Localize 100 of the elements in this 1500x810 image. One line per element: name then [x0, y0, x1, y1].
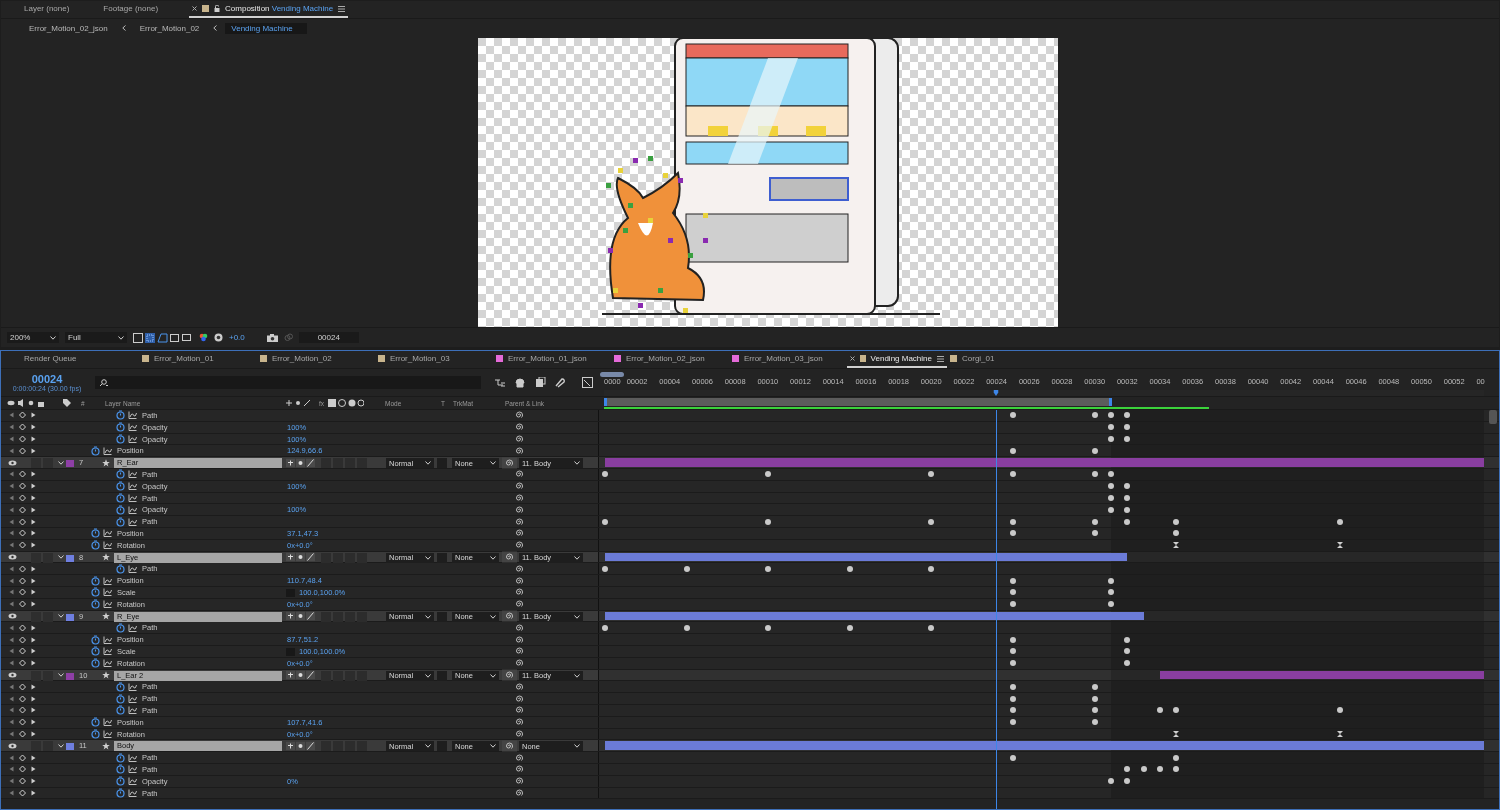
breadcrumb[interactable]: Error_Motion_02_json [23, 22, 114, 34]
label-color-swatch[interactable] [66, 672, 74, 680]
menu-icon[interactable] [937, 355, 944, 362]
close-icon[interactable] [192, 6, 198, 11]
pick-whip-button[interactable] [502, 669, 517, 681]
stopwatch-icon[interactable] [116, 787, 125, 798]
stopwatch-icon[interactable] [91, 646, 100, 657]
layer-switches-icon[interactable] [286, 552, 316, 562]
stopwatch-icon[interactable] [91, 717, 100, 728]
lock-toggle[interactable] [43, 611, 53, 622]
stopwatch-icon[interactable] [116, 681, 125, 692]
pick-whip-icon[interactable] [515, 729, 524, 739]
hold-keyframe-icon[interactable] [1336, 730, 1343, 737]
graph-icon[interactable] [128, 517, 137, 526]
timeline-tab[interactable]: Error_Motion_03_json [729, 351, 847, 368]
stopwatch-icon[interactable] [91, 658, 100, 669]
layer-switch-toggle[interactable] [357, 552, 367, 563]
layer-switches-icon[interactable] [286, 741, 316, 751]
preserve-transparency-toggle[interactable] [437, 670, 447, 681]
graph-icon[interactable] [128, 753, 137, 762]
keyframe-icon[interactable] [1336, 518, 1343, 525]
keyframe-icon[interactable] [765, 565, 772, 572]
resolution-dropdown[interactable]: Full [65, 332, 127, 343]
current-timecode[interactable]: 00024 [31, 373, 63, 385]
stopwatch-icon[interactable] [116, 492, 125, 503]
graph-icon[interactable] [103, 718, 112, 727]
pick-whip-icon[interactable] [515, 587, 524, 597]
layer-switch-toggle[interactable] [333, 741, 343, 752]
breadcrumb[interactable]: Vending Machine [225, 22, 308, 34]
preserve-transparency-toggle[interactable] [437, 611, 447, 622]
graph-icon[interactable] [128, 493, 137, 502]
keyframe-icon[interactable] [1010, 754, 1017, 761]
stopwatch-icon[interactable] [116, 481, 125, 492]
graph-icon[interactable] [128, 777, 137, 786]
breadcrumb[interactable]: Error_Motion_02 [133, 22, 206, 34]
hold-keyframe-icon[interactable] [1336, 542, 1343, 549]
label-color-swatch[interactable] [66, 613, 74, 621]
stopwatch-icon[interactable] [116, 693, 125, 704]
solo-toggle[interactable] [31, 741, 41, 752]
keyframe-icon[interactable] [1010, 471, 1017, 478]
layer-switch-toggle[interactable] [333, 611, 343, 622]
keyframe-icon[interactable] [765, 518, 772, 525]
layer-switch-toggle[interactable] [345, 458, 355, 469]
graph-icon[interactable] [103, 529, 112, 538]
keyframe-icon[interactable] [683, 624, 690, 631]
graph-icon[interactable] [103, 659, 112, 668]
preserve-transparency-toggle[interactable] [437, 552, 447, 563]
graph-icon[interactable] [128, 623, 137, 632]
layer-switch-toggle[interactable] [357, 670, 367, 681]
layer-switch-toggle[interactable] [333, 458, 343, 469]
current-frame-field[interactable]: 00024 [298, 332, 359, 343]
pick-whip-icon[interactable] [515, 540, 524, 550]
stopwatch-icon[interactable] [91, 599, 100, 610]
layer-switch-toggle[interactable] [333, 552, 343, 563]
keyframe-icon[interactable] [928, 471, 935, 478]
solo-toggle[interactable] [31, 611, 41, 622]
pick-whip-icon[interactable] [515, 493, 524, 503]
composition-tab[interactable]: Composition Vending Machine [189, 1, 349, 18]
hold-keyframe-icon[interactable] [1173, 730, 1180, 737]
graph-icon[interactable] [103, 588, 112, 597]
graph-icon[interactable] [103, 446, 112, 455]
lock-icon[interactable] [214, 5, 221, 12]
keyframe-icon[interactable] [1010, 412, 1017, 419]
timeline-tools-icon[interactable] [495, 377, 595, 388]
hold-keyframe-icon[interactable] [1173, 542, 1180, 549]
pick-whip-icon[interactable] [515, 776, 524, 786]
pick-whip-icon[interactable] [515, 528, 524, 538]
graph-icon[interactable] [128, 411, 137, 420]
stopwatch-icon[interactable] [116, 752, 125, 763]
viewer-options-icon[interactable] [133, 332, 193, 343]
graph-icon[interactable] [128, 482, 137, 491]
graph-icon[interactable] [128, 423, 137, 432]
pick-whip-icon[interactable] [515, 682, 524, 692]
stopwatch-icon[interactable] [116, 705, 125, 716]
graph-icon[interactable] [128, 505, 137, 514]
stopwatch-icon[interactable] [116, 776, 125, 787]
stopwatch-icon[interactable] [91, 445, 100, 456]
lock-toggle[interactable] [43, 552, 53, 563]
viewer-tab[interactable]: Layer (none) [21, 1, 73, 18]
stopwatch-icon[interactable] [91, 634, 100, 645]
solo-toggle[interactable] [31, 552, 41, 563]
graph-icon[interactable] [103, 600, 112, 609]
pick-whip-icon[interactable] [515, 517, 524, 527]
close-icon[interactable] [850, 356, 855, 361]
zoom-dropdown[interactable]: 200% [7, 332, 59, 343]
layer-switch-toggle[interactable] [345, 611, 355, 622]
layer-duration-bar[interactable] [605, 611, 1144, 621]
layer-switch-toggle[interactable] [321, 670, 331, 681]
pick-whip-icon[interactable] [515, 764, 524, 774]
stopwatch-icon[interactable] [116, 422, 125, 433]
pick-whip-icon[interactable] [515, 434, 524, 444]
viewer-tab[interactable]: Footage (none) [100, 1, 162, 18]
timeline-tab[interactable]: Render Queue [21, 351, 139, 368]
pick-whip-icon[interactable] [515, 694, 524, 703]
keyframe-icon[interactable] [1108, 778, 1114, 785]
stopwatch-icon[interactable] [91, 587, 100, 598]
pick-whip-button[interactable] [502, 457, 517, 469]
keyframe-icon[interactable] [1010, 447, 1017, 454]
graph-icon[interactable] [128, 682, 137, 691]
stopwatch-icon[interactable] [116, 563, 125, 574]
